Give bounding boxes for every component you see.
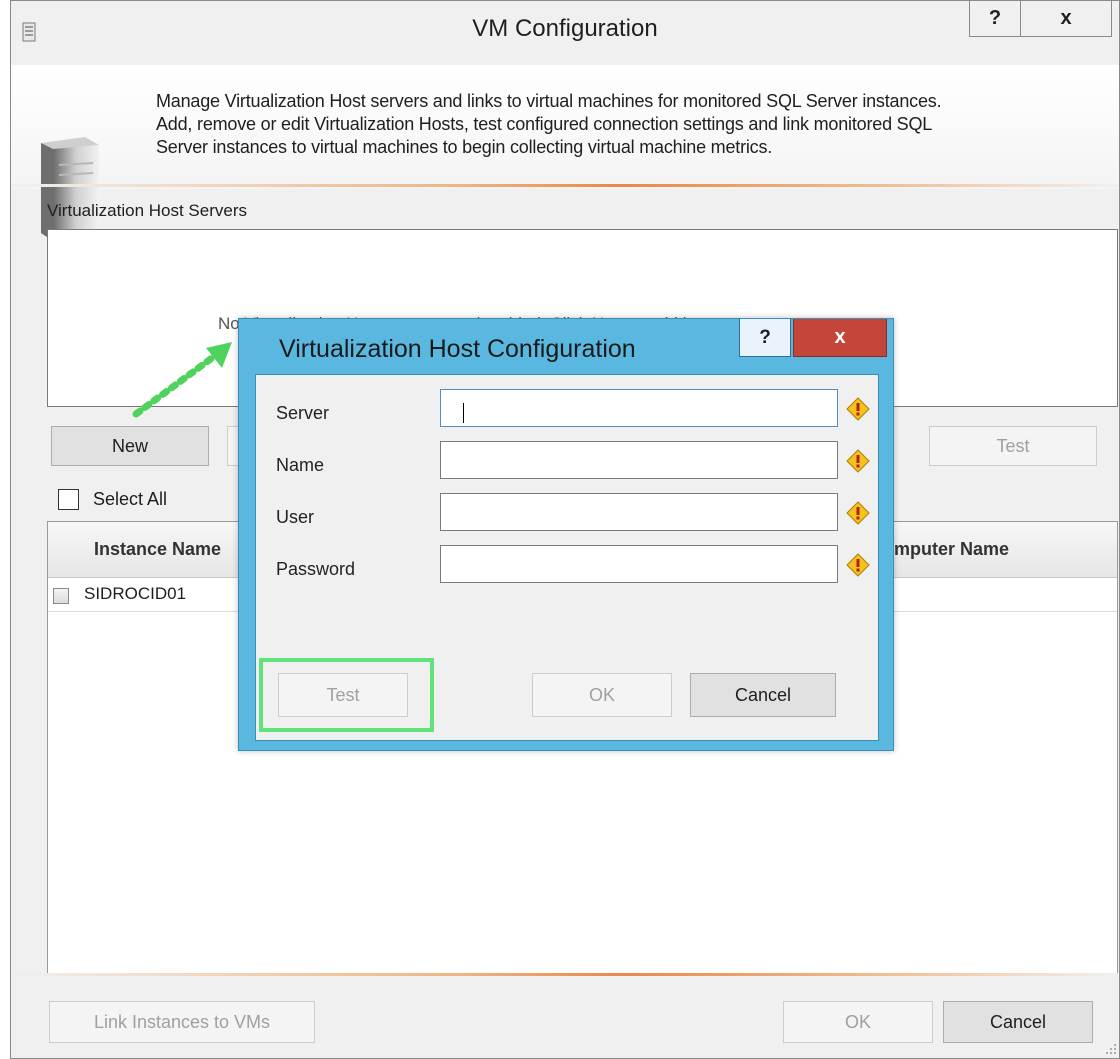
ok-button[interactable]: OK bbox=[783, 1001, 933, 1043]
resize-grip-icon[interactable] bbox=[1103, 1041, 1117, 1055]
description-line: Server instances to virtual machines to … bbox=[156, 137, 773, 157]
description-line: Manage Virtualization Host servers and l… bbox=[156, 91, 942, 111]
dialog-test-button[interactable]: Test bbox=[278, 673, 408, 717]
window-title: VM Configuration bbox=[472, 15, 658, 42]
user-label: User bbox=[276, 507, 315, 527]
description-line: Add, remove or edit Virtualization Hosts… bbox=[156, 114, 933, 134]
warning-icon bbox=[846, 449, 870, 473]
instance-name-cell: SIDROCID01 bbox=[84, 584, 187, 603]
password-label: Password bbox=[276, 559, 356, 579]
cancel-button[interactable]: Cancel bbox=[943, 1001, 1093, 1043]
new-host-button[interactable]: New bbox=[51, 426, 209, 466]
dialog-body: Server Name User Password Test OK Cancel bbox=[255, 374, 879, 741]
server-label: Server bbox=[276, 403, 330, 423]
user-input[interactable] bbox=[440, 493, 838, 531]
virtualization-host-dialog: Virtualization Host Configuration ? x Se… bbox=[238, 318, 894, 751]
column-header-instance-name[interactable]: Instance Name bbox=[94, 539, 221, 560]
server-tower-icon bbox=[41, 137, 99, 241]
warning-icon bbox=[846, 553, 870, 577]
close-button[interactable]: x bbox=[1020, 1, 1112, 37]
header-banner: Manage Virtualization Host servers and l… bbox=[11, 65, 1119, 241]
server-input[interactable] bbox=[440, 389, 838, 427]
help-button[interactable]: ? bbox=[969, 1, 1021, 37]
select-all-checkbox[interactable] bbox=[58, 489, 79, 510]
link-instances-button[interactable]: Link Instances to VMs bbox=[49, 1001, 315, 1043]
dialog-ok-button[interactable]: OK bbox=[532, 673, 672, 717]
footer-divider bbox=[11, 973, 1119, 976]
dialog-title: Virtualization Host Configuration bbox=[279, 335, 636, 363]
dialog-help-button[interactable]: ? bbox=[739, 319, 791, 357]
name-label: Name bbox=[276, 455, 325, 475]
hosts-section-label: Virtualization Host Servers bbox=[47, 201, 247, 220]
warning-icon bbox=[846, 501, 870, 525]
select-all-label[interactable]: Select All bbox=[93, 489, 167, 510]
title-bar: VM Configuration ? x bbox=[11, 1, 1119, 65]
test-host-button[interactable]: Test bbox=[929, 426, 1097, 466]
row-checkbox[interactable] bbox=[53, 588, 69, 604]
dotted-arrow-icon bbox=[132, 342, 232, 418]
warning-icon bbox=[846, 397, 870, 421]
name-input[interactable] bbox=[440, 441, 838, 479]
text-caret bbox=[463, 403, 464, 423]
dialog-cancel-button[interactable]: Cancel bbox=[690, 673, 836, 717]
header-divider bbox=[11, 184, 1119, 187]
dialog-close-button[interactable]: x bbox=[793, 319, 887, 357]
password-input[interactable] bbox=[440, 545, 838, 583]
